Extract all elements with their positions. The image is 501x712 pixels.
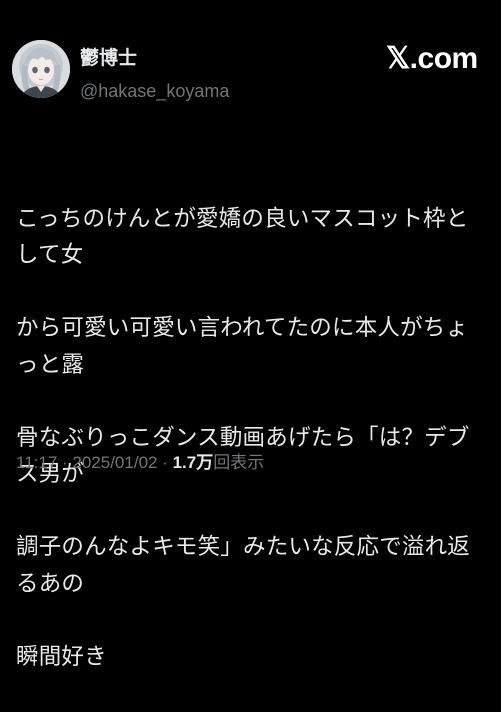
- author-display-name[interactable]: 鬱博士: [80, 47, 137, 69]
- x-logo-icon: 𝕏.com: [386, 41, 478, 77]
- tweet-text-line: から可愛い可愛い言われてたのに本人がちょっと露: [16, 315, 469, 378]
- brand-logo-text: 𝕏.com: [386, 42, 478, 75]
- tweet-meta: 11:17 · 2025/01/02 · 1.7万回表示: [16, 451, 264, 475]
- meta-separator: ·: [57, 453, 73, 472]
- meta-separator: ·: [157, 453, 173, 472]
- views-count[interactable]: 1.7万: [173, 453, 214, 472]
- tweet-date[interactable]: 2025/01/02: [72, 453, 157, 472]
- avatar-image: [12, 40, 70, 98]
- tweet-text-line: 瞬間好き: [16, 643, 107, 670]
- tweet-time[interactable]: 11:17: [16, 453, 57, 472]
- author-handle[interactable]: @hakase_koyama: [80, 80, 229, 102]
- tweet-text: こっちのけんとが愛嬌の良いマスコット枠として女 から可愛い可愛い言われてたのに本…: [16, 164, 488, 712]
- tweet-card: 鬱博士 @hakase_koyama 𝕏.com こっちのけんとが愛嬌の良いマス…: [0, 0, 501, 670]
- tweet-text-line: 調子のんなよキモ笑」みたいな反応で溢れ返るあの: [16, 534, 471, 597]
- avatar[interactable]: [12, 40, 70, 98]
- views-label: 回表示: [213, 453, 265, 472]
- tweet-text-line: こっちのけんとが愛嬌の良いマスコット枠として女: [16, 205, 469, 269]
